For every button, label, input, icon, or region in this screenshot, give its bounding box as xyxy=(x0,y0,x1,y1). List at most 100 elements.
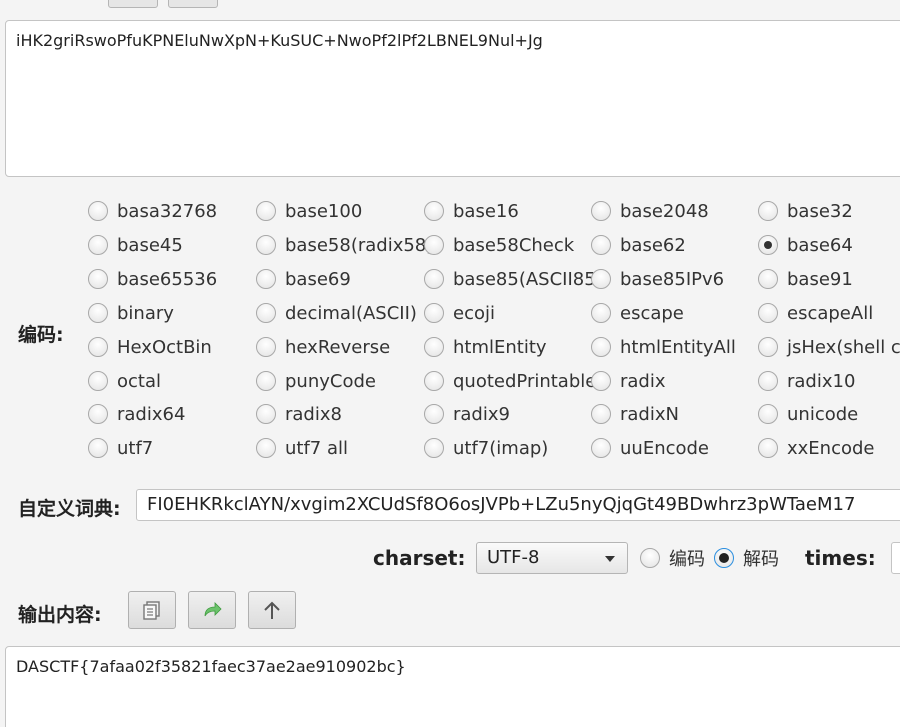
encoding-option[interactable]: radix64 xyxy=(88,399,185,429)
encoding-option[interactable]: xxEncode xyxy=(758,433,875,463)
encoding-option-label: base58(radix58) xyxy=(285,234,434,256)
top-action-button-1[interactable] xyxy=(108,0,158,8)
encoding-option-label: base85(ASCII85) xyxy=(453,268,603,290)
encoding-option-label: punyCode xyxy=(285,370,376,392)
mode-decode-label: 解码 xyxy=(743,549,779,570)
encoding-option[interactable]: basa32768 xyxy=(88,196,217,226)
encoding-option[interactable]: utf7(imap) xyxy=(424,433,548,463)
encoding-option[interactable]: base58(radix58) xyxy=(256,230,433,260)
mode-encode-radio[interactable]: 编码 xyxy=(640,544,705,572)
encoding-option[interactable]: base100 xyxy=(256,196,362,226)
encoding-option-label: escape xyxy=(620,302,684,324)
encoding-option-label: uuEncode xyxy=(620,437,710,459)
radio-icon xyxy=(424,235,444,255)
encoding-option[interactable]: HexOctBin xyxy=(88,332,212,362)
encoding-option[interactable]: base65536 xyxy=(88,264,217,294)
encoding-option-label: radix xyxy=(620,370,666,392)
encoding-option[interactable]: base2048 xyxy=(591,196,709,226)
radio-icon xyxy=(758,201,778,221)
encoding-option-label: basa32768 xyxy=(117,200,218,222)
encoding-option[interactable]: base16 xyxy=(424,196,519,226)
radio-icon xyxy=(758,337,778,357)
encoding-option[interactable]: htmlEntity xyxy=(424,332,547,362)
encoding-option[interactable]: hexReverse xyxy=(256,332,390,362)
encoding-option[interactable]: radixN xyxy=(591,399,679,429)
times-input[interactable] xyxy=(891,542,900,574)
encoding-option-label: base2048 xyxy=(620,200,709,222)
charset-value: UTF-8 xyxy=(487,547,540,568)
radio-icon xyxy=(88,269,108,289)
mode-encode-label: 编码 xyxy=(669,549,705,570)
forward-button[interactable] xyxy=(188,591,236,629)
encoding-option-label: ecoji xyxy=(453,302,495,324)
up-arrow-icon xyxy=(264,601,280,619)
radio-icon xyxy=(88,337,108,357)
radio-icon xyxy=(88,201,108,221)
dictionary-label: 自定义词典: xyxy=(18,498,121,520)
input-textarea[interactable]: iHK2griRswoPfuKPNEluNwXpN+KuSUC+NwoPf2lP… xyxy=(5,20,900,177)
radio-icon xyxy=(256,201,276,221)
encoding-option-label: radixN xyxy=(620,403,679,425)
encoding-option-label: binary xyxy=(117,302,174,324)
copy-icon xyxy=(143,601,160,620)
encoding-option[interactable]: escapeAll xyxy=(758,298,873,328)
radio-icon xyxy=(591,371,611,391)
encoding-option[interactable]: utf7 all xyxy=(256,433,348,463)
encoding-option-label: radix10 xyxy=(787,370,856,392)
radio-icon xyxy=(591,303,611,323)
encoding-option[interactable]: base91 xyxy=(758,264,853,294)
encoding-option[interactable]: base85(ASCII85) xyxy=(424,264,603,294)
radio-checked-icon xyxy=(758,235,778,255)
mode-decode-radio[interactable]: 解码 xyxy=(714,544,779,572)
encoding-option-label: radix64 xyxy=(117,403,186,425)
encoding-option[interactable]: radix xyxy=(591,366,666,396)
move-up-button[interactable] xyxy=(248,591,296,629)
radio-icon xyxy=(256,303,276,323)
encoding-option-label: base91 xyxy=(787,268,853,290)
encoding-option[interactable]: base45 xyxy=(88,230,183,260)
encoding-option[interactable]: htmlEntityAll xyxy=(591,332,736,362)
encoding-option-label: HexOctBin xyxy=(117,336,212,358)
encoding-option-label: radix8 xyxy=(285,403,342,425)
forward-arrow-icon xyxy=(204,602,222,617)
radio-icon xyxy=(88,404,108,424)
charset-select[interactable]: UTF-8 xyxy=(476,542,628,574)
encoding-option[interactable]: base58Check xyxy=(424,230,574,260)
encoding-option[interactable]: base64 xyxy=(758,230,853,260)
encoding-option-label: jsHex(shell co xyxy=(787,336,900,358)
encoding-option[interactable]: radix9 xyxy=(424,399,510,429)
encoding-option-label: unicode xyxy=(787,403,859,425)
radio-icon xyxy=(424,438,444,458)
radio-icon xyxy=(256,438,276,458)
encoding-option[interactable]: escape xyxy=(591,298,684,328)
encoding-option-label: base64 xyxy=(787,234,853,256)
encoding-option[interactable]: base62 xyxy=(591,230,686,260)
radio-icon xyxy=(591,404,611,424)
encoding-option-label: utf7(imap) xyxy=(453,437,549,459)
encoding-option[interactable]: base85IPv6 xyxy=(591,264,724,294)
encoding-option[interactable]: base32 xyxy=(758,196,853,226)
top-action-button-2[interactable] xyxy=(168,0,218,8)
encoding-option[interactable]: octal xyxy=(88,366,161,396)
copy-button[interactable] xyxy=(128,591,176,629)
encoding-option-label: base62 xyxy=(620,234,686,256)
encoding-option[interactable]: uuEncode xyxy=(591,433,709,463)
encoding-option-label: base16 xyxy=(453,200,519,222)
encoding-option[interactable]: jsHex(shell co xyxy=(758,332,900,362)
encoding-option[interactable]: ecoji xyxy=(424,298,495,328)
encoding-option[interactable]: punyCode xyxy=(256,366,376,396)
encoding-option[interactable]: base69 xyxy=(256,264,351,294)
encoding-option[interactable]: utf7 xyxy=(88,433,153,463)
encoding-option[interactable]: binary xyxy=(88,298,174,328)
output-label: 输出内容: xyxy=(18,604,102,626)
encoding-option-label: base45 xyxy=(117,234,183,256)
dictionary-input[interactable]: FI0EHKRkclAYN/xvgim2XCUdSf8O6osJVPb+LZu5… xyxy=(136,489,900,521)
encoding-option[interactable]: unicode xyxy=(758,399,858,429)
encoding-option[interactable]: quotedPrintable xyxy=(424,366,596,396)
encoding-option[interactable]: radix10 xyxy=(758,366,855,396)
radio-icon xyxy=(758,404,778,424)
output-textarea[interactable]: DASCTF{7afaa02f35821faec37ae2ae910902bc} xyxy=(5,646,900,727)
encoding-option[interactable]: radix8 xyxy=(256,399,342,429)
encoding-option[interactable]: decimal(ASCII) xyxy=(256,298,417,328)
encoding-option-label: base69 xyxy=(285,268,351,290)
